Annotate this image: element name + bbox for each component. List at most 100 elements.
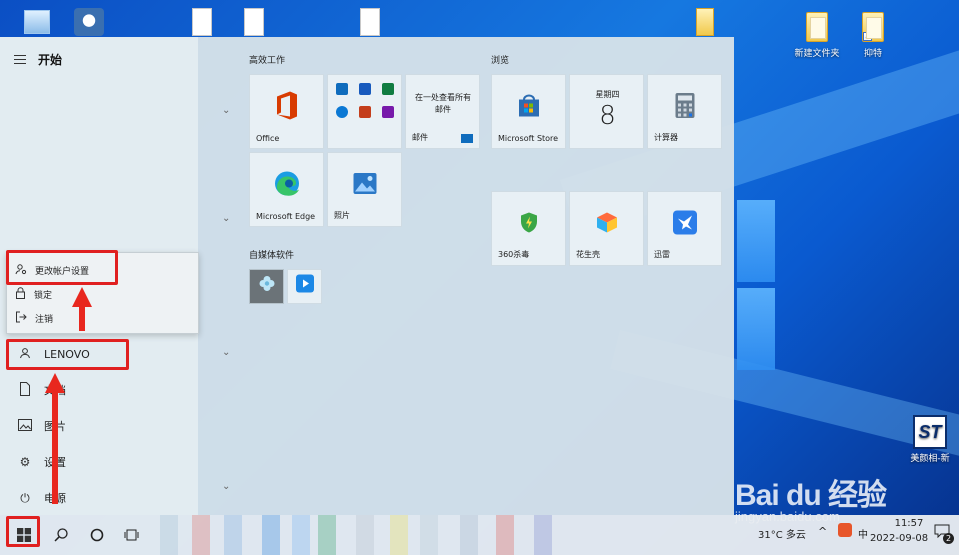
rail-item-settings[interactable]: ⚙ 设置 [0, 445, 198, 479]
group-title: 自媒体软件 [249, 251, 295, 261]
taskbar-app-blurred[interactable] [292, 515, 310, 555]
taskbar-app-blurred[interactable] [318, 515, 336, 555]
taskbar-app-blurred[interactable] [224, 515, 242, 555]
tile-office-apps[interactable] [327, 74, 402, 149]
menu-item-label: 锁定 [34, 291, 53, 301]
desktop-icon-st-app[interactable]: ST 美颜相-新 [900, 415, 959, 464]
calculator-icon [675, 93, 695, 122]
clock-date[interactable]: 2022-09-08 [866, 533, 932, 544]
chevron-up-icon[interactable]: ^ [818, 525, 827, 538]
excel-icon [382, 83, 394, 95]
taskbar-app-blurred[interactable] [262, 515, 280, 555]
document-file-icon[interactable] [360, 8, 380, 36]
tile-360-antivirus[interactable]: 360杀毒 [491, 191, 566, 266]
desktop-icon-label: 抑特 [863, 49, 882, 59]
taskbar-app-blurred[interactable] [534, 515, 552, 555]
rail-item-documents[interactable]: 文档 [0, 373, 198, 407]
desktop-icon-new-folder[interactable]: 新建文件夹 [787, 12, 847, 59]
tile-office[interactable]: Office [249, 74, 324, 149]
store-icon [516, 94, 542, 121]
tile-label: Office [256, 134, 280, 143]
picture-icon [18, 418, 32, 434]
taskbar-app-blurred[interactable] [420, 515, 438, 555]
rail-item-pictures[interactable]: 图片 [0, 409, 198, 443]
powerpoint-icon [359, 106, 371, 118]
start-menu: 开始 LENOVO 文档 图片 ⚙ 设置 ⏻ 电源 [0, 37, 734, 515]
desktop-icon-label: 美颜相-新 [910, 454, 950, 464]
arrow-shaft [52, 391, 58, 504]
notification-badge: 2 [943, 533, 954, 544]
taskbar-app-blurred[interactable] [460, 515, 478, 555]
rail-item-power[interactable]: ⏻ 电源 [0, 481, 198, 515]
tile-label: 花生壳 [576, 250, 600, 259]
clock-time[interactable]: 11:57 [880, 518, 938, 529]
menu-item-sign-out[interactable]: 注销 [15, 311, 53, 326]
taskbar-app-blurred[interactable] [160, 515, 178, 555]
cortana-button[interactable] [84, 515, 110, 555]
search-icon [54, 528, 68, 542]
weather-widget[interactable]: 31°C 多云 [758, 526, 806, 541]
taskbar-app-blurred[interactable] [390, 515, 408, 555]
start-rail: 开始 LENOVO 文档 图片 ⚙ 设置 ⏻ 电源 [0, 37, 199, 515]
search-button[interactable] [48, 515, 74, 555]
tile-area: 高效工作 浏览 自媒体软件 ⌄ ⌄ ⌄ ⌄ Office 在一处查看所有 邮件 [198, 37, 734, 515]
tile-huashengke[interactable]: 花生壳 [569, 191, 644, 266]
chevron-down-icon[interactable]: ⌄ [222, 105, 230, 116]
task-view-button[interactable] [120, 515, 144, 555]
windows-logo-pane [737, 200, 775, 282]
onenote-icon [382, 106, 394, 118]
folder-icon[interactable] [696, 8, 714, 36]
desktop-icon-shortcut-folder[interactable]: ↗ 抑特 [843, 12, 903, 59]
document-file-icon[interactable] [244, 8, 264, 36]
taskbar-app-blurred[interactable] [192, 515, 210, 555]
word-icon [359, 83, 371, 95]
arrow-up-icon [72, 287, 92, 307]
flower-icon [258, 274, 276, 295]
tile-label: 迅雷 [654, 250, 670, 259]
calendar-day: 星期四 [595, 90, 620, 99]
arrow-up-icon [45, 373, 65, 393]
group-title: 高效工作 [249, 56, 286, 66]
tile-media-app[interactable] [249, 269, 284, 304]
sign-out-icon [15, 311, 27, 326]
photos-icon [353, 173, 377, 198]
tile-label: 邮件 [412, 133, 428, 142]
lock-icon [15, 287, 26, 302]
tray-app-icon[interactable] [838, 523, 852, 537]
chevron-down-icon[interactable]: ⌄ [222, 213, 230, 224]
mail-tile-text: 在一处查看所有 [415, 93, 471, 102]
outlook-icon [336, 83, 348, 95]
tile-calendar[interactable]: 星期四 8 [569, 74, 644, 149]
tile-mail[interactable]: 在一处查看所有 邮件 邮件 [405, 74, 480, 149]
app-avatar-icon[interactable] [74, 8, 104, 36]
tile-microsoft-edge[interactable]: Microsoft Edge [249, 152, 324, 227]
arrow-shaft [79, 305, 85, 331]
chevron-down-icon[interactable]: ⌄ [222, 481, 230, 492]
tile-photos[interactable]: 照片 [327, 152, 402, 227]
tile-xunlei[interactable]: 迅雷 [647, 191, 722, 266]
recycle-bin-icon[interactable] [22, 8, 52, 36]
tile-microsoft-store[interactable]: Microsoft Store [491, 74, 566, 149]
tile-video-app[interactable] [287, 269, 322, 304]
chevron-down-icon[interactable]: ⌄ [222, 347, 230, 358]
shield-icon [519, 212, 539, 237]
taskbar-app-blurred[interactable] [496, 515, 514, 555]
hamburger-icon[interactable] [14, 55, 26, 64]
tile-calculator[interactable]: 计算器 [647, 74, 722, 149]
taskbar-app-blurred[interactable] [356, 515, 374, 555]
st-app-icon: ST [913, 415, 947, 449]
cortana-icon [90, 528, 104, 542]
document-file-icon[interactable] [192, 8, 212, 36]
start-header[interactable]: 开始 [14, 51, 62, 68]
office-icon [274, 91, 300, 124]
menu-item-lock[interactable]: 锁定 [15, 287, 52, 302]
windows-logo-pane [737, 288, 775, 370]
play-icon [295, 274, 314, 295]
folder-icon [806, 12, 828, 42]
document-icon [18, 381, 32, 399]
mail-icon [461, 134, 473, 143]
highlight-user [6, 339, 129, 370]
tile-label: 计算器 [654, 133, 678, 142]
onedrive-icon [336, 106, 348, 118]
calendar-date: 8 [599, 101, 616, 131]
